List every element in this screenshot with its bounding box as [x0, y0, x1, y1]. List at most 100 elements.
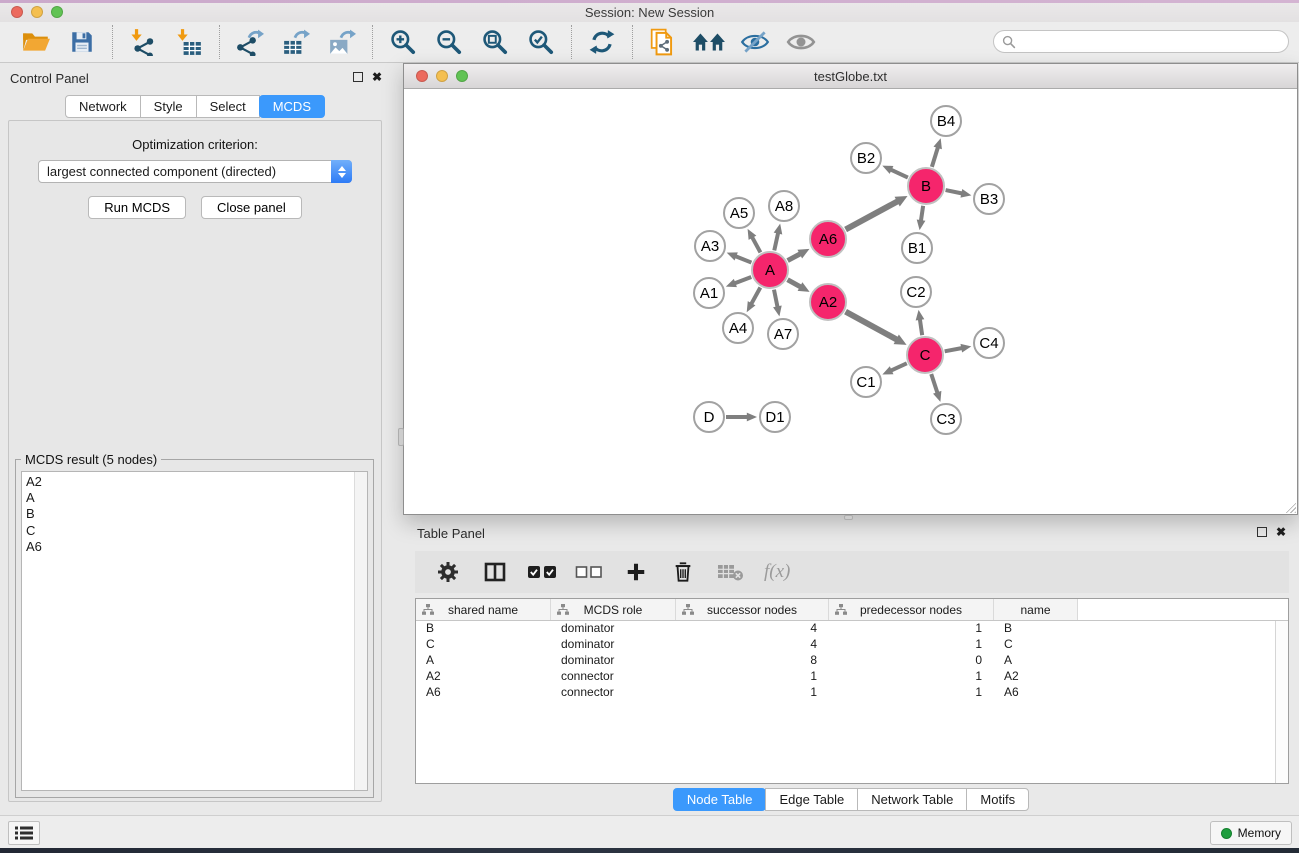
graph-edge-B-B4[interactable] — [932, 138, 942, 167]
cell-successor-nodes[interactable]: 1 — [676, 669, 829, 685]
select-all-button[interactable] — [529, 559, 555, 585]
tab-style[interactable]: Style — [140, 95, 197, 118]
delete-table-button[interactable] — [717, 559, 743, 585]
export-network-button[interactable] — [233, 25, 267, 59]
cell-mcds-role[interactable]: dominator — [551, 621, 676, 637]
graph-edge-C-C2[interactable] — [916, 310, 925, 335]
graph-edge-A6-B[interactable] — [846, 196, 908, 229]
cell-predecessor-nodes[interactable]: 1 — [829, 669, 994, 685]
close-panel-icon[interactable]: ✖ — [372, 71, 382, 83]
search-input[interactable] — [1021, 34, 1271, 49]
float-panel-icon[interactable] — [1257, 527, 1267, 537]
search-box[interactable] — [993, 30, 1289, 53]
cell-mcds-role[interactable]: connector — [551, 685, 676, 701]
table-row[interactable]: Cdominator41C — [416, 637, 1288, 653]
graph-edge-A-A4[interactable] — [747, 288, 761, 313]
cell-shared-name[interactable]: A2 — [416, 669, 551, 685]
graph-node-C1[interactable]: C1 — [850, 366, 882, 398]
graph-node-A3[interactable]: A3 — [694, 230, 726, 262]
column-header-shared-name[interactable]: shared name — [416, 599, 551, 620]
mcds-result-list[interactable]: A2ABCA6 — [21, 471, 368, 791]
cell-shared-name[interactable]: A — [416, 653, 551, 669]
network-canvas[interactable]: B4B2BB3A5A8A6A3B1AA1C2A2A4A7C4CC1C3DD1 — [404, 89, 1297, 514]
graph-edge-A-A1[interactable] — [726, 277, 751, 287]
graph-node-A6[interactable]: A6 — [809, 220, 847, 258]
add-column-button[interactable] — [623, 559, 649, 585]
delete-column-button[interactable] — [670, 559, 696, 585]
memory-button[interactable]: Memory — [1210, 821, 1292, 845]
result-item[interactable]: B — [22, 506, 367, 522]
network-zoom-button[interactable] — [456, 70, 468, 82]
save-session-button[interactable] — [65, 25, 99, 59]
zoom-selected-button[interactable] — [524, 25, 558, 59]
graph-edge-C-C3[interactable] — [931, 374, 941, 402]
graph-edge-D-D1[interactable] — [726, 413, 757, 422]
tab-select[interactable]: Select — [196, 95, 260, 118]
graph-node-C3[interactable]: C3 — [930, 403, 962, 435]
column-header-successor-nodes[interactable]: successor nodes — [676, 599, 829, 620]
graph-node-C2[interactable]: C2 — [900, 276, 932, 308]
tab-node-table[interactable]: Node Table — [673, 788, 767, 811]
float-panel-icon[interactable] — [353, 72, 363, 82]
cell-shared-name[interactable]: C — [416, 637, 551, 653]
criterion-dropdown[interactable]: largest connected component (directed) — [38, 160, 352, 183]
graph-edge-A2-C[interactable] — [846, 312, 907, 345]
cell-predecessor-nodes[interactable]: 1 — [829, 637, 994, 653]
table-row[interactable]: A2connector11A2 — [416, 669, 1288, 685]
table-scrollbar[interactable] — [1275, 621, 1288, 783]
graph-edge-A-A5[interactable] — [748, 229, 761, 253]
result-item[interactable]: A — [22, 490, 367, 506]
network-minimize-button[interactable] — [436, 70, 448, 82]
cell-predecessor-nodes[interactable]: 1 — [829, 685, 994, 701]
result-item[interactable]: C — [22, 523, 367, 539]
cell-predecessor-nodes[interactable]: 0 — [829, 653, 994, 669]
tab-edge-table[interactable]: Edge Table — [765, 788, 858, 811]
column-header-mcds-role[interactable]: MCDS role — [551, 599, 676, 620]
cell-successor-nodes[interactable]: 8 — [676, 653, 829, 669]
table-row[interactable]: Bdominator41B — [416, 621, 1288, 637]
cell-successor-nodes[interactable]: 4 — [676, 621, 829, 637]
graph-edge-B-B1[interactable] — [917, 206, 926, 230]
graph-edge-C-C1[interactable] — [882, 363, 906, 374]
home-neighbors-button[interactable] — [692, 25, 726, 59]
table-row[interactable]: Adominator80A — [416, 653, 1288, 669]
graph-node-A5[interactable]: A5 — [723, 197, 755, 229]
graph-node-B2[interactable]: B2 — [850, 142, 882, 174]
run-mcds-button[interactable]: Run MCDS — [88, 196, 186, 219]
graph-node-D1[interactable]: D1 — [759, 401, 791, 433]
cell-successor-nodes[interactable]: 4 — [676, 637, 829, 653]
show-all-button[interactable] — [784, 25, 818, 59]
graph-edge-A-A2[interactable] — [788, 280, 810, 292]
graph-node-D[interactable]: D — [693, 401, 725, 433]
graph-edge-B-B2[interactable] — [882, 166, 908, 178]
result-item[interactable]: A2 — [22, 474, 367, 490]
cell-name[interactable]: B — [994, 621, 1078, 637]
cell-shared-name[interactable]: A6 — [416, 685, 551, 701]
tab-motifs[interactable]: Motifs — [966, 788, 1029, 811]
hide-selected-button[interactable] — [738, 25, 772, 59]
export-table-button[interactable] — [279, 25, 313, 59]
close-window-button[interactable] — [11, 6, 23, 18]
graph-edge-A-A3[interactable] — [727, 252, 752, 262]
graph-edge-C-C4[interactable] — [945, 344, 972, 353]
graph-edge-B-B3[interactable] — [946, 189, 972, 198]
network-vertical-scrollbar[interactable] — [398, 428, 404, 446]
import-table-button[interactable] — [172, 25, 206, 59]
cell-shared-name[interactable]: B — [416, 621, 551, 637]
gear-button[interactable] — [435, 559, 461, 585]
graph-node-A2[interactable]: A2 — [809, 283, 847, 321]
export-image-button[interactable] — [325, 25, 359, 59]
network-window-titlebar[interactable]: testGlobe.txt — [404, 64, 1297, 89]
cell-mcds-role[interactable]: connector — [551, 669, 676, 685]
deselect-all-button[interactable] — [576, 559, 602, 585]
graph-node-B1[interactable]: B1 — [901, 232, 933, 264]
cell-name[interactable]: A2 — [994, 669, 1078, 685]
close-panel-icon[interactable]: ✖ — [1276, 526, 1286, 538]
open-session-button[interactable] — [19, 25, 53, 59]
graph-edge-A-A6[interactable] — [788, 249, 810, 261]
graph-node-B4[interactable]: B4 — [930, 105, 962, 137]
cell-mcds-role[interactable]: dominator — [551, 653, 676, 669]
function-builder-button[interactable]: f(x) — [764, 561, 790, 583]
graph-node-A8[interactable]: A8 — [768, 190, 800, 222]
cell-name[interactable]: A — [994, 653, 1078, 669]
